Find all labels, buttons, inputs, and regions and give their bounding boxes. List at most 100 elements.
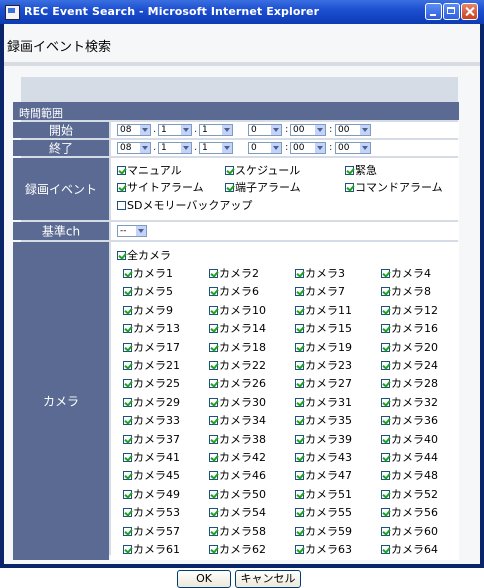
camera-checkbox-label: カメラ31 [305,395,352,409]
end-day-select[interactable]: 1 [199,142,233,154]
date-separator: . [153,142,157,153]
camera-checkbox[interactable]: カメラ57 [123,523,180,539]
camera-checkbox[interactable]: カメラ3 [295,265,345,281]
camera-checkbox[interactable]: カメラ6 [209,283,259,299]
end-minute-select[interactable]: 00 [290,142,326,154]
camera-checkbox[interactable]: カメラ23 [295,357,352,373]
time-range-header: 時間範囲 [13,102,459,120]
camera-checkbox[interactable]: カメラ43 [295,449,352,465]
camera-checkbox[interactable]: カメラ53 [123,504,180,520]
camera-checkbox[interactable]: カメラ49 [123,486,180,502]
camera-checkbox[interactable]: カメラ40 [381,431,438,447]
camera-checkbox-label: カメラ52 [391,487,438,501]
camera-checkbox[interactable]: カメラ51 [295,486,352,502]
checkbox-icon [123,287,132,297]
start-year-select[interactable]: 08 [117,124,151,136]
camera-checkbox[interactable]: カメラ10 [209,302,266,318]
checkbox-icon [381,342,390,352]
camera-checkbox[interactable]: カメラ36 [381,412,438,428]
event-checkbox[interactable]: マニュアル [117,162,182,178]
camera-checkbox[interactable]: カメラ22 [209,357,266,373]
camera-checkbox[interactable]: カメラ60 [381,523,438,539]
camera-checkbox[interactable]: カメラ50 [209,486,266,502]
camera-checkbox-label: カメラ63 [305,543,352,556]
camera-checkbox[interactable]: カメラ1 [123,265,173,281]
camera-checkbox[interactable]: カメラ4 [381,265,431,281]
camera-checkbox[interactable]: カメラ18 [209,339,266,355]
camera-checkbox[interactable]: カメラ56 [381,504,438,520]
camera-checkbox[interactable]: カメラ58 [209,523,266,539]
camera-checkbox[interactable]: カメラ24 [381,357,438,373]
camera-checkbox[interactable]: カメラ62 [209,541,266,557]
minimize-icon[interactable] [425,3,442,20]
camera-checkbox[interactable]: カメラ38 [209,431,266,447]
camera-checkbox[interactable]: カメラ46 [209,467,266,483]
start-month-select[interactable]: 1 [158,124,192,136]
camera-checkbox[interactable]: カメラ33 [123,412,180,428]
close-icon[interactable] [461,3,478,20]
camera-checkbox[interactable]: カメラ42 [209,449,266,465]
camera-checkbox[interactable]: カメラ63 [295,541,352,557]
camera-checkbox[interactable]: カメラ21 [123,357,180,373]
camera-checkbox[interactable]: カメラ28 [381,375,438,391]
start-minute-select[interactable]: 00 [290,124,326,136]
camera-checkbox[interactable]: カメラ8 [381,283,431,299]
camera-checkbox[interactable]: カメラ39 [295,431,352,447]
camera-checkbox-label: カメラ55 [305,506,352,520]
event-checkbox[interactable]: 端子アラーム [225,179,301,195]
maximize-icon[interactable] [443,3,460,20]
camera-checkbox[interactable]: カメラ13 [123,320,180,336]
camera-checkbox[interactable]: カメラ35 [295,412,352,428]
camera-checkbox[interactable]: カメラ64 [381,541,438,557]
ok-button[interactable]: OK [177,570,231,588]
camera-checkbox[interactable]: カメラ29 [123,394,180,410]
camera-checkbox[interactable]: カメラ61 [123,541,180,557]
camera-checkbox[interactable]: カメラ55 [295,504,352,520]
start-hour-select[interactable]: 0 [248,124,282,136]
camera-checkbox[interactable]: カメラ41 [123,449,180,465]
event-checkbox[interactable]: 緊急 [345,162,377,178]
camera-checkbox[interactable]: カメラ37 [123,431,180,447]
end-hour-select[interactable]: 0 [248,142,282,154]
camera-checkbox[interactable]: カメラ52 [381,486,438,502]
camera-checkbox[interactable]: カメラ59 [295,523,352,539]
base-ch-select[interactable]: -- [117,225,147,237]
camera-checkbox[interactable]: カメラ9 [123,302,173,318]
camera-checkbox[interactable]: カメラ44 [381,449,438,465]
event-checkbox[interactable]: SDメモリーバックアップ [117,197,252,213]
camera-checkbox[interactable]: カメラ32 [381,394,438,410]
camera-checkbox[interactable]: カメラ20 [381,339,438,355]
camera-checkbox[interactable]: カメラ19 [295,339,352,355]
camera-checkbox[interactable]: カメラ45 [123,467,180,483]
camera-checkbox[interactable]: カメラ15 [295,320,352,336]
start-minute-value: 00 [293,125,305,135]
event-checkbox[interactable]: コマンドアラーム [345,179,443,195]
camera-checkbox-label: カメラ28 [391,377,438,391]
camera-checkbox[interactable]: カメラ25 [123,375,180,391]
cancel-button[interactable]: キャンセル [235,570,301,588]
camera-checkbox[interactable]: カメラ11 [295,302,352,318]
start-second-select[interactable]: 00 [335,124,371,136]
camera-checkbox[interactable]: カメラ47 [295,467,352,483]
camera-checkbox[interactable]: カメラ12 [381,302,438,318]
end-second-select[interactable]: 00 [335,142,371,154]
event-checkbox[interactable]: スケジュール [225,162,300,178]
camera-checkbox[interactable]: カメラ30 [209,394,266,410]
camera-checkbox[interactable]: カメラ17 [123,339,180,355]
camera-checkbox[interactable]: カメラ34 [209,412,266,428]
end-year-select[interactable]: 08 [117,142,151,154]
camera-checkbox[interactable]: カメラ26 [209,375,266,391]
end-month-select[interactable]: 1 [158,142,192,154]
camera-checkbox[interactable]: カメラ5 [123,283,173,299]
camera-checkbox[interactable]: カメラ54 [209,504,266,520]
start-day-select[interactable]: 1 [199,124,233,136]
camera-checkbox[interactable]: カメラ48 [381,467,438,483]
camera-checkbox[interactable]: カメラ27 [295,375,352,391]
camera-checkbox[interactable]: カメラ31 [295,394,352,410]
camera-checkbox[interactable]: カメラ16 [381,320,438,336]
all-cameras-checkbox[interactable]: 全カメラ [117,247,171,263]
camera-checkbox[interactable]: カメラ14 [209,320,266,336]
camera-checkbox[interactable]: カメラ7 [295,283,345,299]
camera-checkbox[interactable]: カメラ2 [209,265,259,281]
event-checkbox[interactable]: サイトアラーム [117,179,204,195]
